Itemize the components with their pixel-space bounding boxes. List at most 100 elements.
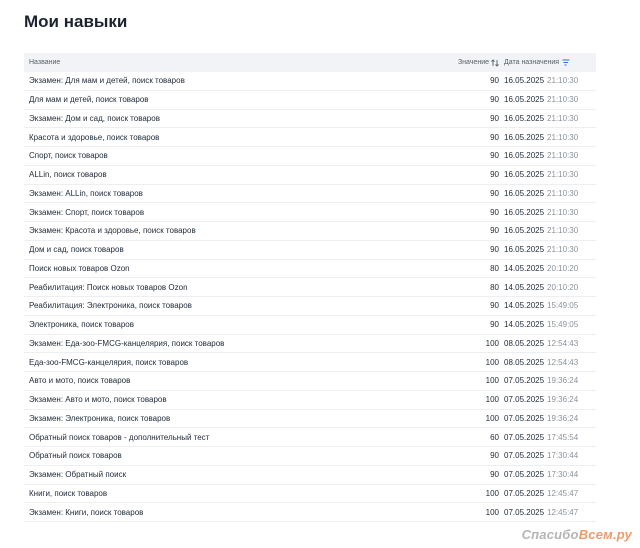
table-row[interactable]: Экзамен: Авто и мото, поиск товаров 100 07… xyxy=(24,391,596,410)
skill-name: Книги, поиск товаров xyxy=(29,488,108,498)
assigned-time: 21:10:30 xyxy=(547,226,579,236)
table-row[interactable]: Спорт, поиск товаров 90 16.05.2025 21:10:30 xyxy=(24,147,596,166)
assigned-time: 21:10:30 xyxy=(547,113,579,123)
table-row[interactable]: Экзамен: Для мам и детей, поиск товаров 9… xyxy=(24,72,596,91)
table-row[interactable]: Экзамен: Обратный поиск 90 07.05.2025 17:30… xyxy=(24,466,596,485)
assigned-time: 21:10:30 xyxy=(547,95,579,105)
table-row[interactable]: Электроника, поиск товаров 90 14.05.2025 15… xyxy=(24,316,596,335)
skill-value: 100 xyxy=(485,507,499,517)
skill-value: 90 xyxy=(490,301,499,311)
skill-name: Экзамен: Авто и мото, поиск товаров xyxy=(29,395,167,405)
skill-name: Для мам и детей, поиск товаров xyxy=(29,95,149,105)
assigned-time: 19:36:24 xyxy=(547,395,579,405)
assigned-date: 16.05.2025 xyxy=(504,95,545,105)
assigned-datetime: 14.05.2025 20:10:20 xyxy=(504,283,596,292)
skill-value: 100 xyxy=(485,395,499,405)
assigned-date: 16.05.2025 xyxy=(504,76,545,86)
table-row[interactable]: Красота и здоровье, поиск товаров 90 16.05… xyxy=(24,128,596,147)
assigned-date: 07.05.2025 xyxy=(504,470,545,480)
table-row[interactable]: Авто и мото, поиск товаров 100 07.05.2025 1… xyxy=(24,372,596,391)
assigned-datetime: 16.05.2025 21:10:30 xyxy=(504,133,596,142)
assigned-datetime: 07.05.2025 12:45:47 xyxy=(504,508,596,517)
assigned-time: 21:10:30 xyxy=(547,76,579,86)
skill-value: 100 xyxy=(485,338,499,348)
column-header-date[interactable]: Дата назначения xyxy=(504,59,596,66)
assigned-date: 16.05.2025 xyxy=(504,245,545,255)
table-row[interactable]: Книги, поиск товаров 100 07.05.2025 12:45:4… xyxy=(24,485,596,504)
assigned-time: 17:30:44 xyxy=(547,451,579,461)
table-row[interactable]: Экзамен: Спорт, поиск товаров 90 16.05.202… xyxy=(24,203,596,222)
skill-name: Экзамен: Красота и здоровье, поиск товар… xyxy=(29,226,196,236)
table-row[interactable]: Еда-зоо-FMCG-канцелярия, поиск товаров 10… xyxy=(24,353,596,372)
assigned-date: 07.05.2025 xyxy=(504,488,545,498)
table-row[interactable]: Поиск новых товаров Ozon 80 14.05.2025 20:1… xyxy=(24,260,596,279)
skill-name: Обратный поиск товаров - дополнительный … xyxy=(29,432,210,442)
sort-desc-icon[interactable] xyxy=(562,59,570,66)
assigned-time: 21:10:30 xyxy=(547,207,579,217)
skill-value: 90 xyxy=(490,207,499,217)
assigned-date: 16.05.2025 xyxy=(504,207,545,217)
column-header-value[interactable]: Значение xyxy=(453,58,504,67)
table-row[interactable]: Экзамен: Книги, поиск товаров 100 07.05.20… xyxy=(24,503,596,522)
assigned-time: 19:36:24 xyxy=(547,413,579,423)
assigned-datetime: 16.05.2025 21:10:30 xyxy=(504,245,596,254)
skill-name: Экзамен: Обратный поиск xyxy=(29,470,127,480)
skill-name: Дом и сад, поиск товаров xyxy=(29,245,124,255)
table-row[interactable]: Реабилитация: Поиск новых товаров Ozon 80… xyxy=(24,278,596,297)
skill-name: Обратный поиск товаров xyxy=(29,451,122,461)
assigned-date: 07.05.2025 xyxy=(504,395,545,405)
skill-value: 90 xyxy=(490,451,499,461)
assigned-date: 16.05.2025 xyxy=(504,132,545,142)
watermark: СпасибоВсем.ру xyxy=(521,527,632,542)
assigned-datetime: 16.05.2025 21:10:30 xyxy=(504,95,596,104)
assigned-time: 21:10:30 xyxy=(547,170,579,180)
column-header-name[interactable]: Название xyxy=(24,59,453,66)
sort-arrows-icon[interactable] xyxy=(491,58,499,67)
table-row[interactable]: ALLin, поиск товаров 90 16.05.2025 21:10:30 xyxy=(24,166,596,185)
table-row[interactable]: Дом и сад, поиск товаров 90 16.05.2025 21:1… xyxy=(24,241,596,260)
skill-value: 80 xyxy=(490,263,499,273)
skill-value: 90 xyxy=(490,151,499,161)
assigned-datetime: 14.05.2025 15:49:05 xyxy=(504,320,596,329)
assigned-time: 19:36:24 xyxy=(547,376,579,386)
table-row[interactable]: Для мам и детей, поиск товаров 90 16.05.20… xyxy=(24,91,596,110)
assigned-date: 16.05.2025 xyxy=(504,170,545,180)
table-row[interactable]: Экзамен: ALLin, поиск товаров 90 16.05.202… xyxy=(24,185,596,204)
skill-value: 90 xyxy=(490,170,499,180)
skill-value: 90 xyxy=(490,188,499,198)
table-row[interactable]: Экзамен: Красота и здоровье, поиск товар… xyxy=(24,222,596,241)
assigned-date: 07.05.2025 xyxy=(504,413,545,423)
assigned-datetime: 07.05.2025 17:30:44 xyxy=(504,470,596,479)
assigned-datetime: 16.05.2025 21:10:30 xyxy=(504,76,596,85)
skill-value: 90 xyxy=(490,470,499,480)
table-row[interactable]: Экзамен: Дом и сад, поиск товаров 90 16.05… xyxy=(24,110,596,129)
skills-table: Название Значение Дата назначения Экзаме… xyxy=(24,53,596,522)
skill-name: Экзамен: ALLin, поиск товаров xyxy=(29,188,143,198)
assigned-date: 16.05.2025 xyxy=(504,151,545,161)
assigned-time: 17:45:54 xyxy=(547,432,579,442)
assigned-datetime: 16.05.2025 21:10:30 xyxy=(504,189,596,198)
assigned-datetime: 07.05.2025 17:45:54 xyxy=(504,433,596,442)
assigned-time: 20:10:20 xyxy=(547,263,579,273)
skill-value: 90 xyxy=(490,132,499,142)
table-row[interactable]: Обратный поиск товаров - дополнительный … xyxy=(24,428,596,447)
assigned-datetime: 07.05.2025 19:36:24 xyxy=(504,376,596,385)
assigned-datetime: 08.05.2025 12:54:43 xyxy=(504,358,596,367)
assigned-time: 17:30:44 xyxy=(547,470,579,480)
table-row[interactable]: Экзамен: Еда-зоо-FMCG-канцелярия, поиск … xyxy=(24,335,596,354)
skill-name: Реабилитация: Поиск новых товаров Ozon xyxy=(29,282,188,292)
table-row[interactable]: Экзамен: Электроника, поиск товаров 100 07… xyxy=(24,410,596,429)
assigned-time: 12:54:43 xyxy=(547,357,579,367)
skill-name: Электроника, поиск товаров xyxy=(29,320,134,330)
skill-value: 90 xyxy=(490,226,499,236)
assigned-date: 08.05.2025 xyxy=(504,357,545,367)
table-row[interactable]: Обратный поиск товаров 90 07.05.2025 17:30:… xyxy=(24,447,596,466)
assigned-date: 07.05.2025 xyxy=(504,432,545,442)
skill-value: 80 xyxy=(490,282,499,292)
assigned-time: 15:49:05 xyxy=(547,301,579,311)
assigned-datetime: 16.05.2025 21:10:30 xyxy=(504,226,596,235)
assigned-time: 20:10:20 xyxy=(547,282,579,292)
assigned-datetime: 14.05.2025 15:49:05 xyxy=(504,301,596,310)
assigned-datetime: 08.05.2025 12:54:43 xyxy=(504,339,596,348)
table-row[interactable]: Реабилитация: Электроника, поиск товаров… xyxy=(24,297,596,316)
